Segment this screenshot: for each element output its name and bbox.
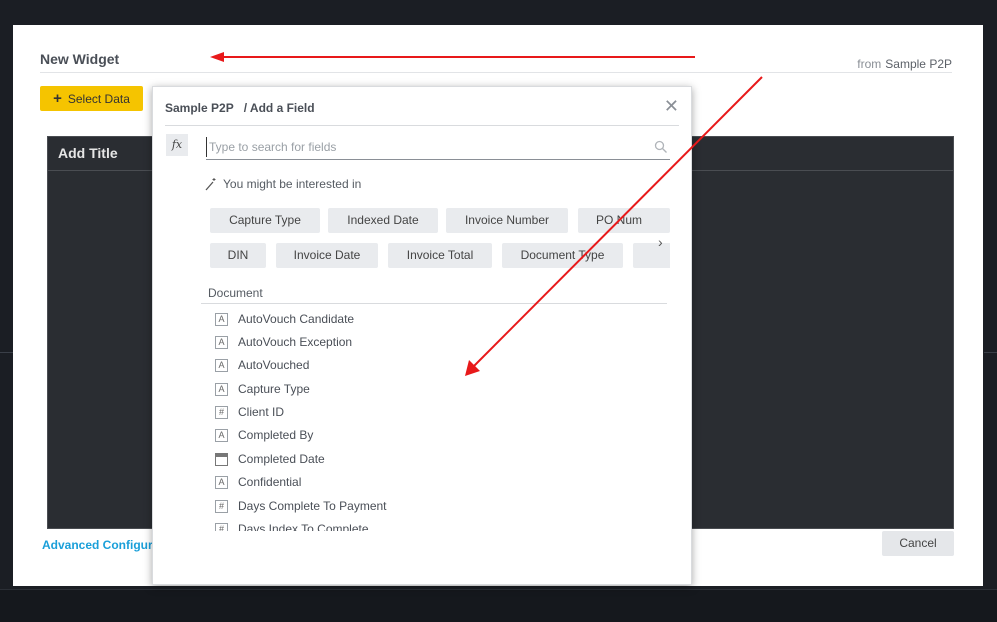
suggested-field-chip[interactable]: DIN xyxy=(210,243,266,268)
list-item[interactable]: # Client ID xyxy=(215,402,284,422)
number-type-icon: # xyxy=(215,499,228,513)
list-item[interactable]: A Confidential xyxy=(215,472,301,492)
select-data-button[interactable]: + Select Data xyxy=(40,86,143,111)
suggested-field-chip[interactable]: Indexed Date xyxy=(328,208,438,233)
data-source-name[interactable]: Sample P2P xyxy=(885,57,952,71)
search-icon xyxy=(654,140,667,153)
field-label: Confidential xyxy=(238,475,302,489)
field-search xyxy=(206,137,670,160)
list-item[interactable]: # Days Index To Complete xyxy=(215,519,369,531)
backdrop-divider xyxy=(0,352,13,353)
text-type-icon: A xyxy=(215,358,228,372)
suggested-field-chip-partial[interactable] xyxy=(633,243,670,268)
list-item[interactable]: A AutoVouch Exception xyxy=(215,332,352,352)
list-item[interactable]: A AutoVouched xyxy=(215,355,309,375)
field-label: Completed By xyxy=(238,428,314,442)
magic-wand-icon xyxy=(205,178,216,191)
text-type-icon: A xyxy=(215,382,228,396)
list-item[interactable]: A AutoVouch Candidate xyxy=(215,309,354,329)
number-type-icon: # xyxy=(215,522,228,531)
field-label: Days Complete To Payment xyxy=(238,499,387,513)
cancel-button[interactable]: Cancel xyxy=(882,531,954,556)
breadcrumb-current: / Add a Field xyxy=(243,101,315,115)
close-icon[interactable]: ✕ xyxy=(664,97,679,115)
suggested-field-chip[interactable]: PO Num xyxy=(578,208,670,233)
field-label: Completed Date xyxy=(238,452,325,466)
field-list: A AutoVouch Candidate A AutoVouch Except… xyxy=(215,309,665,531)
breadcrumb-source[interactable]: Sample P2P xyxy=(165,101,234,115)
from-label: from xyxy=(857,57,882,71)
suggested-field-chip[interactable]: Invoice Number xyxy=(446,208,568,233)
backdrop-divider xyxy=(984,352,997,353)
suggestions-label: You might be interested in xyxy=(223,177,362,191)
search-input[interactable] xyxy=(206,137,649,157)
number-type-icon: # xyxy=(215,405,228,419)
suggested-field-chip[interactable]: Invoice Total xyxy=(388,243,492,268)
suggestions-header: You might be interested in xyxy=(205,177,361,191)
suggested-field-chip[interactable]: Invoice Date xyxy=(276,243,378,268)
field-label: Client ID xyxy=(238,405,285,419)
field-label: Capture Type xyxy=(238,382,310,396)
section-label: Document xyxy=(208,286,263,300)
text-type-icon: A xyxy=(215,335,228,349)
chevron-right-icon[interactable]: › xyxy=(658,234,663,250)
bottom-bar xyxy=(0,589,997,622)
formula-button[interactable]: fx xyxy=(166,134,188,156)
title-divider xyxy=(40,72,952,73)
suggested-field-chip[interactable]: Document Type xyxy=(502,243,623,268)
list-item[interactable]: Completed Date xyxy=(215,449,325,469)
select-data-label: Select Data xyxy=(67,91,130,106)
date-type-icon xyxy=(215,452,228,466)
suggested-fields: Capture Type Indexed Date Invoice Number… xyxy=(210,208,670,272)
text-type-icon: A xyxy=(215,312,228,326)
list-item[interactable]: # Days Complete To Payment xyxy=(215,496,387,516)
section-divider xyxy=(201,303,667,304)
field-label: AutoVouched xyxy=(238,358,310,372)
list-item[interactable]: A Completed By xyxy=(215,425,313,445)
add-field-panel: Sample P2P / Add a Field ✕ fx You might b… xyxy=(152,86,692,585)
text-type-icon: A xyxy=(215,428,228,442)
plus-icon: + xyxy=(53,90,62,107)
text-type-icon: A xyxy=(215,475,228,489)
field-label: AutoVouch Candidate xyxy=(238,312,355,326)
dialog-title: New Widget xyxy=(40,51,120,67)
advanced-configuration-link[interactable]: Advanced Configur xyxy=(42,538,153,552)
suggested-field-chip[interactable]: Capture Type xyxy=(210,208,320,233)
data-source-label: from Sample P2P xyxy=(857,57,952,71)
breadcrumb: Sample P2P / Add a Field xyxy=(165,101,315,115)
list-item[interactable]: A Capture Type xyxy=(215,379,310,399)
field-label: Days Index To Complete xyxy=(238,522,369,531)
panel-divider xyxy=(165,125,679,126)
field-label: AutoVouch Exception xyxy=(238,335,353,349)
